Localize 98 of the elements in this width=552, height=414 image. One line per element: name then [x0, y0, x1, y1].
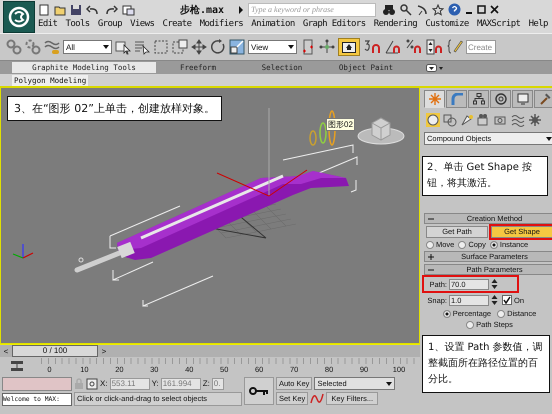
radio-button[interactable] — [497, 310, 506, 318]
maximize-icon[interactable] — [477, 4, 486, 14]
new-file-icon[interactable] — [38, 4, 50, 16]
instruction-callout: 1、设置 Path 参数值，调整截面所在路径位置的百分比。 — [422, 335, 550, 393]
hierarchy-icon — [472, 93, 484, 105]
menu-item[interactable]: MAXScript — [476, 19, 520, 29]
viewcube-icon[interactable] — [358, 117, 404, 144]
redo-icon[interactable] — [104, 4, 118, 16]
manipulate-icon[interactable] — [319, 39, 335, 55]
menu-item[interactable]: Help — [528, 19, 548, 29]
percent-snap-icon[interactable] — [405, 39, 423, 55]
command-panel-tab[interactable] — [490, 90, 511, 108]
star-icon[interactable] — [432, 4, 444, 16]
spinner-arrows-icon[interactable] — [491, 278, 498, 290]
edit-named-selection-icon[interactable] — [447, 39, 463, 55]
named-selection-field[interactable]: Create — [466, 40, 496, 54]
radio-button[interactable] — [442, 310, 451, 318]
unlink-icon[interactable] — [25, 39, 41, 55]
move-icon[interactable] — [191, 39, 207, 55]
ribbon-options-icon[interactable] — [426, 64, 444, 72]
object-name-tooltip: 图形02 — [326, 118, 355, 131]
selection-filter-dropdown[interactable]: All — [63, 40, 112, 54]
bind-icon[interactable] — [44, 39, 60, 55]
spinner-arrows-icon[interactable] — [491, 294, 498, 306]
axis-tripod-icon — [12, 244, 34, 259]
link-icon[interactable] — [6, 39, 22, 55]
maxscript-listener-field[interactable] — [2, 377, 72, 391]
coordinate-label: Y: — [152, 379, 159, 388]
select-object-icon[interactable] — [115, 39, 131, 55]
menu-item[interactable]: Create — [162, 19, 192, 29]
select-by-name-icon[interactable] — [134, 39, 150, 55]
menu-item[interactable]: Modifiers — [200, 19, 244, 29]
key-tangent-icon[interactable] — [310, 392, 324, 404]
scale-icon[interactable] — [229, 39, 245, 55]
rectangular-selection-icon[interactable] — [153, 39, 169, 55]
open-folder-icon[interactable] — [54, 4, 66, 16]
dropdown-arrow-icon — [545, 134, 552, 142]
hammer-icon — [538, 93, 550, 105]
pivot-center-icon[interactable] — [300, 39, 316, 55]
radio-button[interactable] — [466, 320, 474, 328]
sparkle-icon — [428, 93, 440, 105]
monitor-icon — [516, 93, 528, 105]
bent-pipe-icon — [450, 93, 462, 105]
radio-button[interactable] — [458, 240, 466, 248]
window-title: 步枪.max — [180, 4, 224, 16]
absolute-mode-icon[interactable] — [86, 378, 98, 390]
sphere-icon[interactable] — [426, 113, 440, 127]
snap-toggle-icon[interactable] — [363, 39, 381, 55]
previous-frame-button[interactable]: < — [0, 346, 12, 356]
instruction-callout: 2、单击 Get Shape 按钮，将其激活。 — [422, 156, 548, 196]
menu-item[interactable]: Group — [98, 19, 122, 29]
coordinate-label: X: — [100, 379, 108, 388]
app-logo-icon[interactable] — [3, 1, 35, 33]
menu-item[interactable]: Graph Editors — [302, 19, 366, 29]
set-key-button[interactable] — [244, 377, 274, 405]
curve-editor-icon[interactable] — [10, 360, 24, 372]
menu-item[interactable]: Edit — [38, 19, 58, 29]
command-panel-tab[interactable] — [512, 90, 533, 108]
space-warp-icon[interactable] — [511, 113, 525, 127]
window-crossing-icon[interactable] — [172, 39, 188, 55]
spotlight-icon[interactable] — [460, 113, 474, 127]
undo-icon[interactable] — [86, 4, 100, 16]
expand-arrow-icon[interactable] — [238, 6, 244, 14]
keyboard-icon — [342, 42, 356, 52]
search-field[interactable]: Type a keyword or phrase — [248, 2, 376, 16]
perspective-viewport[interactable]: 3、在“图形 02”上单击，创建放样对象。 图形02 — [0, 88, 420, 344]
command-panel-tab[interactable] — [468, 90, 489, 108]
project-folder-icon[interactable] — [122, 4, 136, 16]
reference-coordinate-dropdown[interactable]: View — [248, 40, 297, 54]
binoculars-icon[interactable] — [382, 4, 396, 16]
target-icon — [494, 93, 506, 105]
next-frame-button[interactable]: > — [98, 346, 110, 356]
menu-item[interactable]: Views — [130, 19, 154, 29]
menu-item[interactable]: Tools — [66, 19, 90, 29]
menu-item[interactable]: Customize — [425, 19, 469, 29]
coordinate-label: Z: — [202, 379, 210, 388]
menu-item[interactable]: Rendering — [374, 19, 418, 29]
dropdown-arrow-icon — [385, 380, 394, 388]
menu-item[interactable]: Animation — [251, 19, 295, 29]
systems-gear-icon[interactable] — [528, 113, 542, 127]
keyboard-override-toggle[interactable] — [338, 38, 360, 56]
rotate-icon[interactable] — [210, 39, 226, 55]
save-icon[interactable] — [70, 4, 82, 16]
dropdown-arrow-icon — [102, 43, 110, 51]
close-icon[interactable] — [490, 4, 500, 14]
y-coordinate-field[interactable]: 161.994 — [160, 378, 201, 390]
help-icon[interactable] — [448, 3, 462, 16]
x-coordinate-field[interactable]: 553.11 — [110, 378, 150, 390]
radio-button[interactable] — [490, 240, 498, 248]
spinner-snap-icon[interactable] — [426, 39, 444, 55]
shapes-icon[interactable] — [443, 113, 457, 127]
radio-button[interactable] — [426, 240, 434, 248]
dropdown-arrow-icon — [287, 43, 295, 51]
instruction-callout: 3、在“图形 02”上单击，创建放样对象。 — [7, 96, 222, 121]
time-slider-thumb[interactable]: 0 / 100 — [12, 345, 98, 357]
z-coordinate-field[interactable]: 0. — [212, 378, 224, 390]
checkmark-icon — [503, 296, 511, 304]
angle-snap-icon[interactable] — [384, 39, 402, 55]
